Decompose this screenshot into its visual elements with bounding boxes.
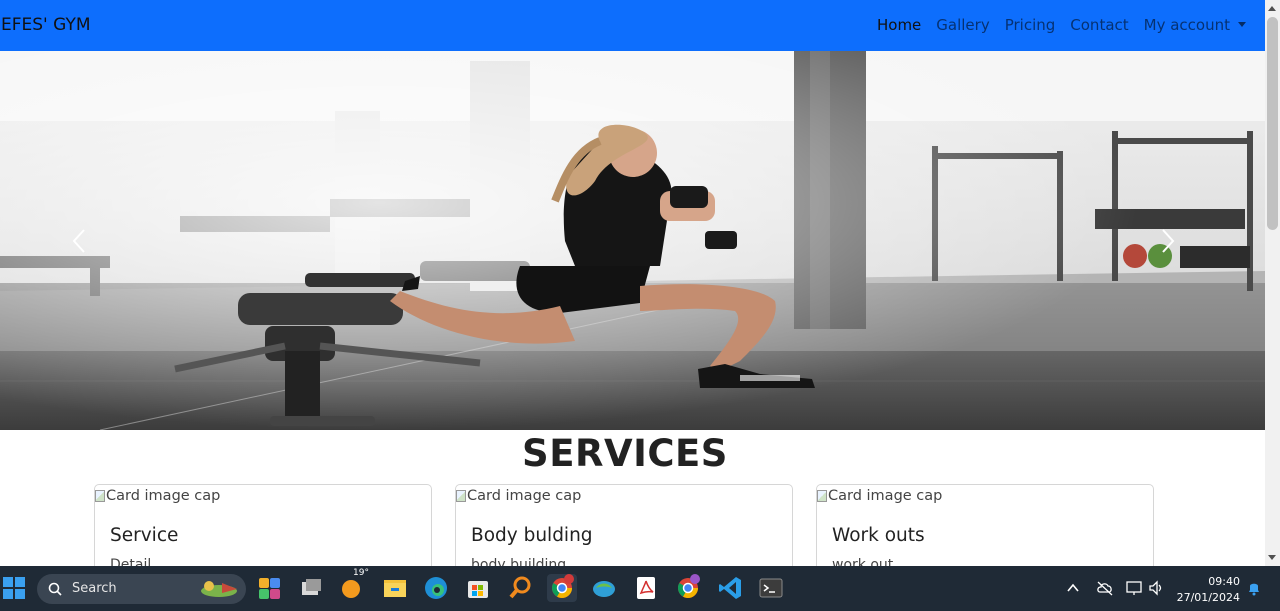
search-icon — [48, 582, 62, 596]
broken-image-icon — [817, 490, 827, 502]
scroll-up-icon[interactable] — [1268, 6, 1276, 11]
card-text: work out — [832, 557, 894, 566]
hero-carousel — [0, 51, 1265, 430]
terminal-icon[interactable] — [757, 574, 785, 602]
carousel-prev-icon[interactable] — [64, 226, 94, 256]
card-text: body building — [471, 557, 567, 566]
pdf-icon[interactable] — [632, 574, 660, 602]
card-image-alt: Card image cap — [828, 488, 943, 504]
card-image-alt: Card image cap — [467, 488, 582, 504]
clock-time[interactable]: 09:40 — [1170, 575, 1240, 588]
body-building-card: Card image cap Body bulding body buildin… — [455, 484, 793, 566]
store-icon[interactable] — [464, 574, 492, 602]
chevron-down-icon — [1238, 22, 1246, 27]
start-icon[interactable] — [2, 576, 26, 600]
edge-icon[interactable] — [422, 574, 450, 602]
search-placeholder: Search — [72, 581, 117, 596]
volume-icon[interactable] — [1148, 580, 1166, 596]
file-explorer-icon[interactable] — [381, 574, 409, 602]
browser-viewport: EFES' GYM Home Gallery Pricing Contact M… — [0, 0, 1265, 566]
chrome-profile-icon[interactable] — [674, 574, 702, 602]
windows-taskbar: Search 19° 09:40 27/01/2024 — [0, 566, 1280, 611]
card-image: Card image cap — [817, 488, 942, 504]
carousel-next-icon[interactable] — [1153, 226, 1183, 256]
chrome-icon — [551, 574, 574, 598]
card-title: Body bulding — [471, 525, 593, 546]
weather-sun-icon — [342, 580, 360, 598]
weather-badge: 19° — [353, 568, 369, 578]
broken-image-icon — [456, 490, 466, 502]
weather-icon[interactable]: 19° — [339, 568, 369, 602]
widgets-icon[interactable] — [256, 574, 284, 602]
scroll-down-icon[interactable] — [1268, 555, 1276, 560]
taskbar-search[interactable]: Search — [37, 574, 246, 604]
task-view-icon[interactable] — [297, 574, 325, 602]
search-highlight-icon — [201, 581, 237, 597]
service-card: Card image cap Service Detail — [94, 484, 432, 566]
network-icon[interactable] — [1125, 580, 1143, 596]
notification-bell-icon[interactable] — [1246, 580, 1262, 596]
nav-pricing[interactable]: Pricing — [1005, 16, 1056, 34]
nav-my-account[interactable]: My account — [1144, 16, 1246, 34]
navbar: EFES' GYM Home Gallery Pricing Contact M… — [0, 0, 1265, 51]
services-title: SERVICES — [522, 432, 728, 475]
chevron-up-icon[interactable] — [1066, 582, 1080, 594]
nav-links: Home Gallery Pricing Contact My account — [862, 16, 1246, 34]
vertical-scrollbar[interactable] — [1265, 0, 1280, 566]
card-title: Work outs — [832, 525, 925, 546]
scroll-thumb[interactable] — [1267, 17, 1278, 230]
vscode-icon[interactable] — [716, 574, 744, 602]
hero-image — [0, 51, 1265, 430]
workouts-card: Card image cap Work outs work out — [816, 484, 1154, 566]
card-image: Card image cap — [95, 488, 220, 504]
cloud-offline-icon[interactable] — [1096, 580, 1114, 596]
search-app-icon[interactable] — [506, 574, 534, 602]
clock-date[interactable]: 27/01/2024 — [1170, 591, 1240, 604]
card-text: Detail — [110, 557, 152, 566]
chrome-active[interactable] — [547, 574, 577, 602]
nav-gallery[interactable]: Gallery — [936, 16, 989, 34]
nav-my-account-label: My account — [1143, 16, 1230, 34]
card-title: Service — [110, 525, 179, 546]
nav-home[interactable]: Home — [877, 16, 921, 34]
card-image-alt: Card image cap — [106, 488, 221, 504]
broken-image-icon — [95, 490, 105, 502]
brand-logo[interactable]: EFES' GYM — [1, 15, 91, 35]
earth-icon[interactable] — [590, 574, 618, 602]
nav-contact[interactable]: Contact — [1070, 16, 1128, 34]
card-image: Card image cap — [456, 488, 581, 504]
